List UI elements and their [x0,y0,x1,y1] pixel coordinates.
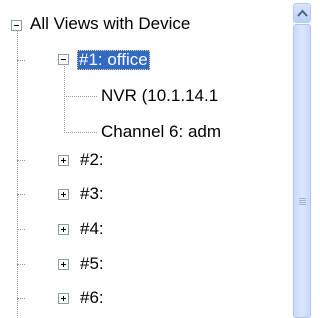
tree-line [17,27,18,316]
tree-line [17,229,25,230]
tree-node-view-4[interactable]: #4: [80,219,104,239]
expand-view-3-icon[interactable] [58,189,69,200]
chevron-up-icon [297,9,308,17]
tree-line [17,264,25,265]
tree-line [64,132,97,133]
collapse-view-1-icon[interactable] [58,54,69,65]
tree-node-view-1[interactable]: #1: office [77,50,150,70]
collapse-root-icon[interactable] [11,20,22,31]
grip-line [299,200,306,201]
scroll-thumb[interactable] [293,24,311,318]
expand-view-4-icon[interactable] [58,224,69,235]
grip-line [299,198,306,199]
tree-line [17,298,25,299]
tree-line [17,160,25,161]
expand-view-2-icon[interactable] [58,155,69,166]
grip-line [299,202,306,203]
expand-view-5-icon[interactable] [58,259,69,270]
tree-node-channel-6[interactable]: Channel 6: adm [101,122,221,142]
grip-line [299,204,306,205]
tree-node-view-2[interactable]: #2: [80,150,104,170]
vertical-scrollbar[interactable] [292,2,312,318]
device-tree[interactable]: All Views with Device #1: office NVR (10… [0,0,290,316]
tree-root-label[interactable]: All Views with Device [30,14,190,34]
tree-node-view-5[interactable]: #5: [80,254,104,274]
scroll-up-button[interactable] [293,3,311,23]
tree-line [64,63,65,133]
tree-node-device-nvr[interactable]: NVR (10.1.14.1 [101,86,218,106]
tree-line [64,96,97,97]
expand-view-6-icon[interactable] [58,293,69,304]
tree-node-view-3[interactable]: #3: [80,184,104,204]
tree-line [17,60,25,61]
tree-node-view-6[interactable]: #6: [80,288,104,308]
tree-line [17,194,25,195]
